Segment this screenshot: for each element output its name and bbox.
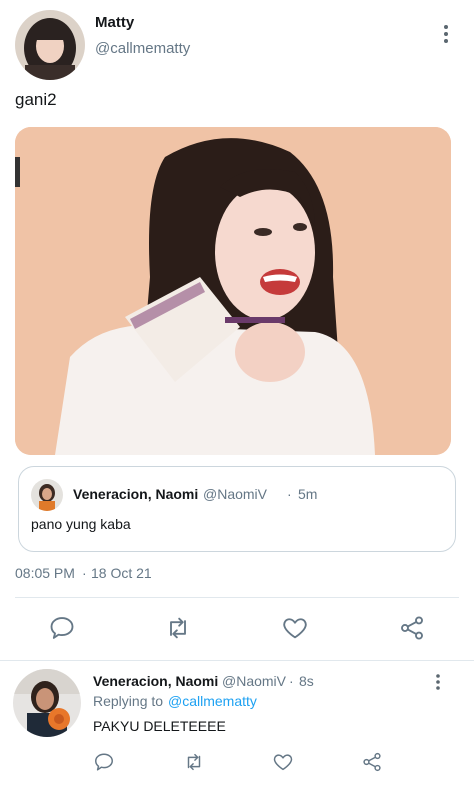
heart-icon[interactable] <box>281 614 309 642</box>
more-vertical-icon[interactable] <box>430 672 446 692</box>
reply-time: 8s <box>299 673 314 689</box>
reply-author-name[interactable]: Veneracion, Naomi <box>93 673 218 689</box>
quote-author-avatar[interactable] <box>31 479 63 511</box>
reply-author-avatar[interactable] <box>13 669 81 737</box>
tweet-date: 18 Oct 21 <box>91 565 152 581</box>
tweet-time: 08:05 PM <box>15 565 75 581</box>
tweet-text: gani2 <box>15 90 57 109</box>
divider <box>15 597 459 598</box>
quote-author-handle[interactable]: @NaomiV <box>203 486 267 502</box>
reply-separator: · <box>289 673 294 689</box>
tweet-image[interactable] <box>15 127 451 455</box>
reply-icon[interactable] <box>48 614 76 642</box>
reply-icon[interactable] <box>93 751 115 773</box>
more-vertical-icon[interactable] <box>436 22 456 46</box>
quoted-tweet-card[interactable]: Veneracion, Naomi @NaomiV · 5m pano yung… <box>18 466 456 552</box>
quote-text: pano yung kaba <box>31 516 131 532</box>
retweet-icon[interactable] <box>183 751 205 773</box>
tweet-time-separator: · <box>82 565 87 581</box>
share-icon[interactable] <box>361 751 383 773</box>
replying-to-handle[interactable]: @callmematty <box>168 693 257 709</box>
reply-author-handle[interactable]: @NaomiV <box>222 673 286 689</box>
retweet-icon[interactable] <box>164 614 192 642</box>
divider <box>0 660 474 661</box>
replying-to-label: Replying to <box>93 693 164 709</box>
quote-time: 5m <box>298 486 318 502</box>
share-icon[interactable] <box>398 614 426 642</box>
quote-author-name[interactable]: Veneracion, Naomi <box>73 486 198 502</box>
author-handle[interactable]: @callmematty <box>95 40 190 57</box>
author-avatar[interactable] <box>15 10 85 80</box>
heart-icon[interactable] <box>272 751 294 773</box>
quote-separator: · <box>287 486 292 502</box>
reply-text: PAKYU DELETEEEE <box>93 718 226 734</box>
author-name[interactable]: Matty <box>95 14 134 31</box>
